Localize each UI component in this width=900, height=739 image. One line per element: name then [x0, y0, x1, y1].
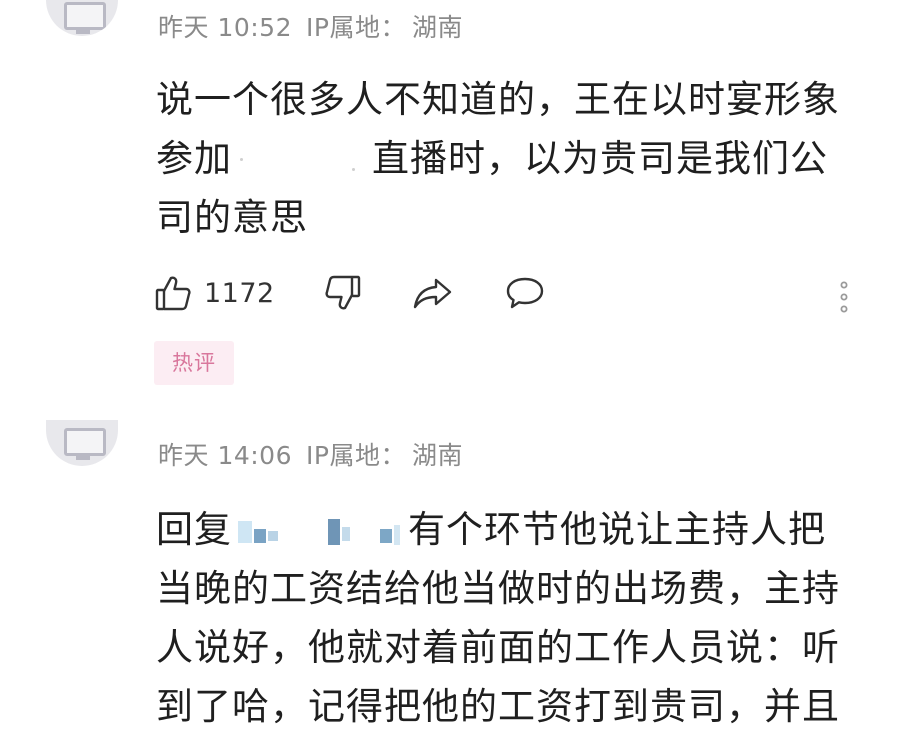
- comment-time: 昨天 10:52: [158, 13, 292, 42]
- ip-location-label: IP属地：: [306, 13, 406, 42]
- redacted-username-mosaic[interactable]: [232, 513, 408, 551]
- thumbs-down-icon: [325, 275, 361, 310]
- like-button[interactable]: 1172: [154, 268, 275, 318]
- comment-line: 说一个很多人不知道的，王在以时宴形象: [156, 78, 840, 121]
- reply-prefix: 回复: [156, 508, 232, 551]
- speech-bubble-icon: [506, 277, 544, 309]
- more-options-button[interactable]: [838, 274, 850, 324]
- redacted-blur: [232, 146, 372, 176]
- reply-button[interactable]: [504, 268, 546, 318]
- dislike-button[interactable]: [324, 268, 362, 318]
- comment-line: 司的意思: [156, 196, 308, 239]
- comment-text: 回复 有个环节他说让主持人把 当晚的工资结给他当做时的出场费，主持 人说好，他就对…: [156, 500, 856, 736]
- comment-line: 人说好，他就对着前面的工作人员说：听: [156, 626, 840, 669]
- comment-meta: 昨天 14:06 IP属地： 湖南: [158, 436, 463, 472]
- comment-line: 当晚的工资结给他当做时的出场费，主持: [156, 567, 840, 610]
- avatar-monitor-icon: [64, 2, 106, 30]
- comment-meta: 昨天 10:52 IP属地： 湖南: [158, 8, 463, 44]
- vertical-dots-icon: [840, 281, 848, 313]
- ip-location-label: IP属地：: [306, 441, 406, 470]
- ip-location: 湖南: [411, 441, 463, 470]
- comment-text: 说一个很多人不知道的，王在以时宴形象 参加 直播时，以为贵司是我们公 司的意思: [156, 70, 856, 247]
- hot-comment-badge: 热评: [154, 341, 234, 385]
- share-arrow-icon: [413, 278, 452, 309]
- thumbs-up-icon: [155, 276, 191, 311]
- avatar[interactable]: [46, 0, 118, 36]
- ip-location: 湖南: [411, 13, 463, 42]
- comment-line: 回复 有个环节他说让主持人把: [156, 508, 826, 551]
- comment-time: 昨天 14:06: [158, 441, 292, 470]
- avatar-monitor-icon: [64, 428, 106, 456]
- like-count: 1172: [204, 277, 275, 309]
- share-button[interactable]: [412, 268, 454, 318]
- comment-line: 到了哈，记得把他的工资打到贵司，并且: [156, 685, 840, 728]
- comment-actions: 1172: [154, 268, 874, 318]
- avatar[interactable]: [46, 420, 118, 466]
- comment-line: 参加 直播时，以为贵司是我们公: [156, 137, 828, 180]
